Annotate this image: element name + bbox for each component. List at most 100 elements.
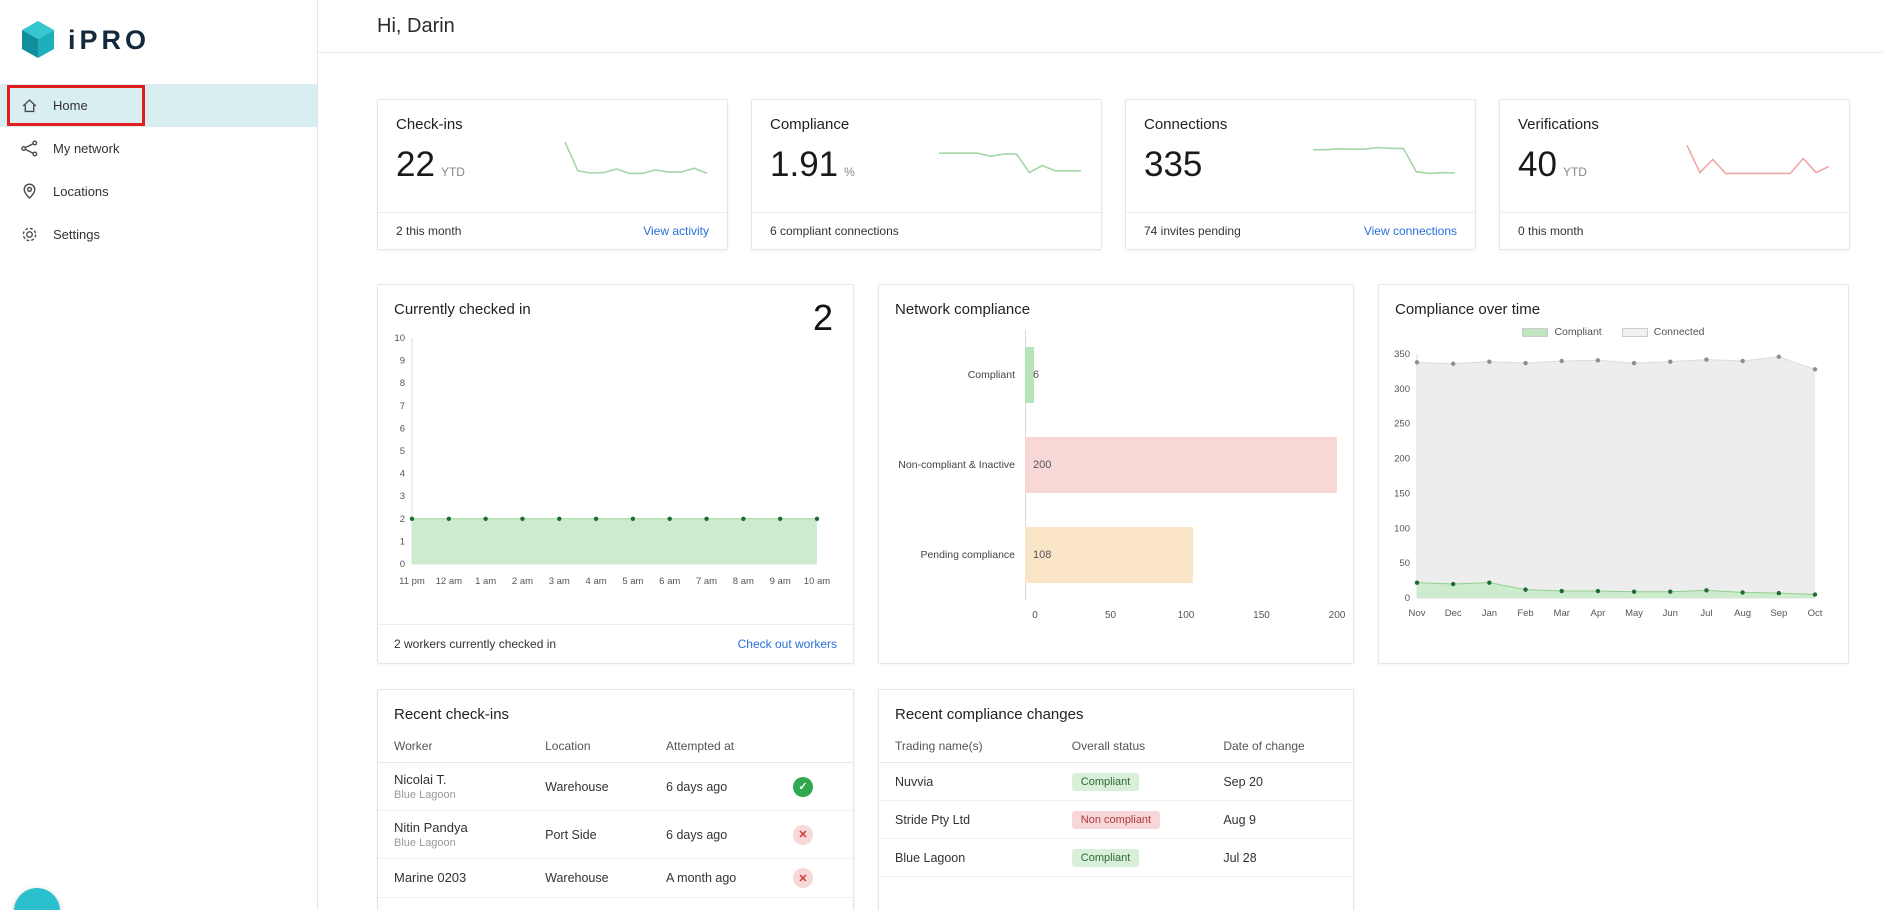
table-row: Blue Lagoon Compliant Jul 28 — [879, 839, 1353, 877]
svg-text:7: 7 — [400, 401, 405, 412]
tables-row: Recent check-ins Worker Location Attempt… — [377, 689, 1850, 910]
compliance-over-time-card: Compliance over time Compliant Connected… — [1378, 284, 1849, 664]
column-header-empty — [793, 739, 837, 753]
svg-text:4: 4 — [400, 469, 405, 480]
stat-value: 40 — [1518, 145, 1557, 184]
sidebar-item-label: My network — [53, 141, 120, 156]
svg-text:Jan: Jan — [1482, 608, 1497, 619]
svg-text:100: 100 — [1394, 523, 1410, 534]
worker-name: Marine 0203 — [394, 869, 467, 885]
svg-text:3 am: 3 am — [549, 576, 570, 587]
svg-text:10: 10 — [394, 333, 405, 344]
sidebar-item-label: Settings — [53, 227, 100, 242]
sidebar-item-locations[interactable]: Locations — [0, 170, 317, 213]
main-area: Hi, Darin Check-ins 22 YTD 2 this month … — [318, 0, 1883, 910]
check-icon — [793, 776, 813, 797]
check-out-workers-link[interactable]: Check out workers — [738, 637, 837, 651]
topbar: Hi, Darin — [318, 0, 1883, 53]
stat-title: Verifications — [1518, 116, 1599, 133]
stat-value: 22 — [396, 145, 435, 184]
bar-row: Non-compliant & Inactive 200 — [895, 420, 1337, 510]
sparkline-chart — [564, 141, 708, 175]
sidebar-nav: Home My network Locations Settings — [0, 84, 317, 256]
bar-category-label: Pending compliance — [920, 549, 1015, 561]
svg-text:6 am: 6 am — [659, 576, 680, 587]
legend-swatch — [1522, 327, 1549, 337]
bar-value-label: 108 — [1033, 549, 1052, 561]
svg-text:4 am: 4 am — [586, 576, 607, 587]
stat-title: Check-ins — [396, 116, 463, 133]
checked-in-count: 2 — [812, 297, 833, 338]
svg-text:8 am: 8 am — [733, 576, 754, 587]
svg-text:150: 150 — [1394, 488, 1410, 499]
svg-text:9 am: 9 am — [770, 576, 791, 587]
column-header: Overall status — [1071, 739, 1146, 753]
chart-legend: Compliant Connected — [1379, 326, 1848, 338]
brand-name: iPRO — [68, 24, 151, 55]
svg-text:12 am: 12 am — [436, 576, 462, 587]
svg-text:Dec: Dec — [1445, 608, 1462, 619]
axis-tick-label: 100 — [1177, 610, 1195, 621]
bar-row: Pending compliance 108 — [895, 510, 1337, 600]
currently-checked-in-card: Currently checked in 2 0 1 2 3 4 5 6 7 8 9 10 11 pm… — [377, 284, 854, 664]
view-connections-link[interactable]: View connections — [1364, 224, 1457, 238]
network-icon — [20, 139, 39, 158]
axis-tick-label: 150 — [1253, 610, 1270, 621]
svg-text:8: 8 — [400, 378, 405, 389]
stat-footer-text: 6 compliant connections — [770, 224, 899, 238]
svg-text:Oct: Oct — [1808, 608, 1823, 619]
panel-title: Recent check-ins — [394, 706, 510, 723]
x-axis-ticks: 0 50 100 150 200 — [1032, 608, 1345, 628]
sidebar: iPRO Home My network Locations Settings — [0, 0, 318, 910]
worker-name: Nicolai T. — [394, 772, 447, 787]
svg-text:Aug: Aug — [1734, 608, 1751, 619]
svg-text:5 am: 5 am — [622, 576, 643, 587]
panel-footer-text: 2 workers currently checked in — [394, 637, 557, 651]
status-badge: Compliant — [1071, 849, 1140, 867]
network-compliance-card: Network compliance Compliant 6 Non-compl… — [878, 284, 1354, 664]
trading-name-cell: Blue Lagoon — [895, 850, 966, 865]
svg-text:300: 300 — [1394, 384, 1410, 395]
charts-row: Currently checked in 2 0 1 2 3 4 5 6 7 8 9 10 11 pm… — [377, 284, 1850, 664]
view-activity-link[interactable]: View activity — [643, 224, 709, 238]
table-row: Nuvvia Compliant Sep 20 — [879, 763, 1353, 801]
attempted-cell: 6 days ago — [666, 827, 728, 842]
column-header: Worker — [394, 739, 433, 753]
sparkline-chart — [1313, 146, 1456, 175]
table-row: Nicolai T. Blue Lagoon Warehouse 6 days … — [378, 763, 853, 811]
x-icon — [793, 868, 813, 888]
sidebar-item-settings[interactable]: Settings — [0, 213, 317, 256]
axis-tick-label: 200 — [1328, 610, 1346, 621]
location-pin-icon — [20, 182, 39, 201]
location-cell: Port Side — [545, 827, 597, 842]
attempted-cell: A month ago — [666, 871, 737, 885]
sidebar-item-home[interactable]: Home — [0, 84, 317, 127]
svg-text:350: 350 — [1394, 349, 1410, 360]
svg-text:200: 200 — [1394, 454, 1410, 465]
stat-footer-text: 0 this month — [1518, 224, 1584, 238]
sidebar-item-label: Locations — [53, 184, 109, 199]
table-row: Marine 0203 Warehouse A month ago — [378, 859, 853, 898]
trading-name-cell: Stride Pty Ltd — [895, 812, 971, 827]
column-header: Date of change — [1223, 739, 1305, 753]
attempted-cell: 6 days ago — [666, 779, 728, 794]
content: Check-ins 22 YTD 2 this month View activ… — [318, 53, 1883, 910]
recent-compliance-changes-card: Recent compliance changes Trading name(s… — [878, 689, 1354, 910]
svg-text:0: 0 — [1405, 593, 1410, 604]
stat-value: 1.91 — [770, 145, 839, 184]
svg-text:0: 0 — [400, 559, 405, 570]
brand-logo: iPRO — [0, 0, 317, 60]
svg-text:Apr: Apr — [1591, 608, 1606, 619]
column-header: Attempted at — [666, 739, 735, 753]
sidebar-item-label: Home — [53, 98, 88, 113]
svg-text:Jul: Jul — [1700, 608, 1712, 619]
panel-title: Currently checked in — [394, 301, 531, 318]
legend-item-connected: Connected — [1621, 326, 1705, 338]
table-row: Nitin Pandya Blue Lagoon Port Side 6 day… — [378, 811, 853, 859]
svg-text:May: May — [1625, 608, 1643, 619]
non-compliant-bar — [1025, 437, 1337, 493]
svg-text:Nov: Nov — [1409, 608, 1426, 619]
bar-row: Compliant 6 — [895, 330, 1337, 420]
worker-company: Blue Lagoon — [394, 837, 456, 849]
sidebar-item-my-network[interactable]: My network — [0, 127, 317, 170]
